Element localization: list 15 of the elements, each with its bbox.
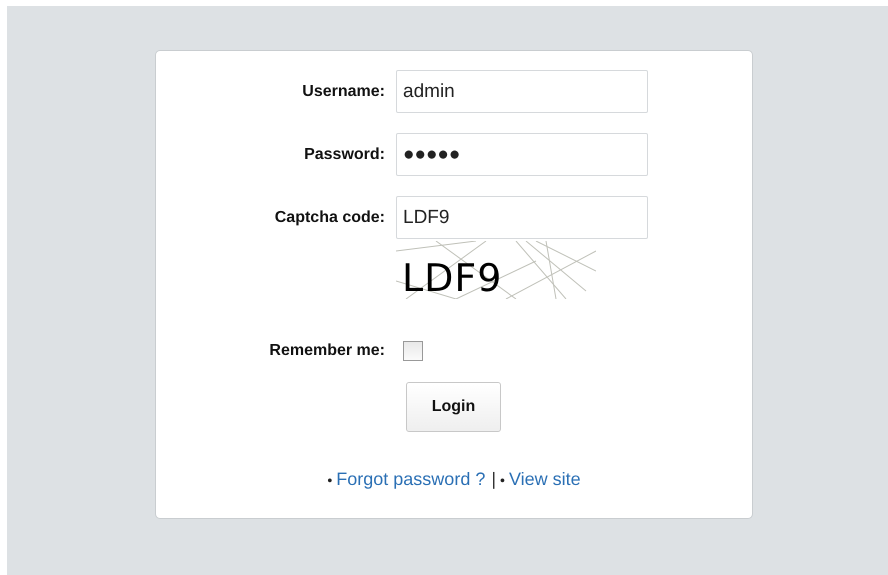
link[interactable]: Forgot password ? [336, 469, 486, 490]
login-button[interactable]: Login [406, 382, 501, 432]
input-field[interactable]: ●●●●● [396, 133, 648, 176]
bullet: • [327, 472, 332, 488]
separator: | [491, 469, 496, 490]
bullet: • [500, 472, 505, 488]
captcha-text: LDF9 [402, 256, 502, 299]
input-field[interactable]: admin [396, 70, 648, 113]
field-label: Password: [304, 146, 385, 164]
remember-checkbox[interactable] [403, 341, 423, 361]
input-field[interactable]: LDF9 [396, 196, 648, 239]
field-label: Captcha code: [274, 208, 385, 226]
checkbox-label: Remember me: [269, 342, 385, 360]
link[interactable]: View site [508, 469, 581, 490]
field-label: Username: [302, 82, 385, 100]
